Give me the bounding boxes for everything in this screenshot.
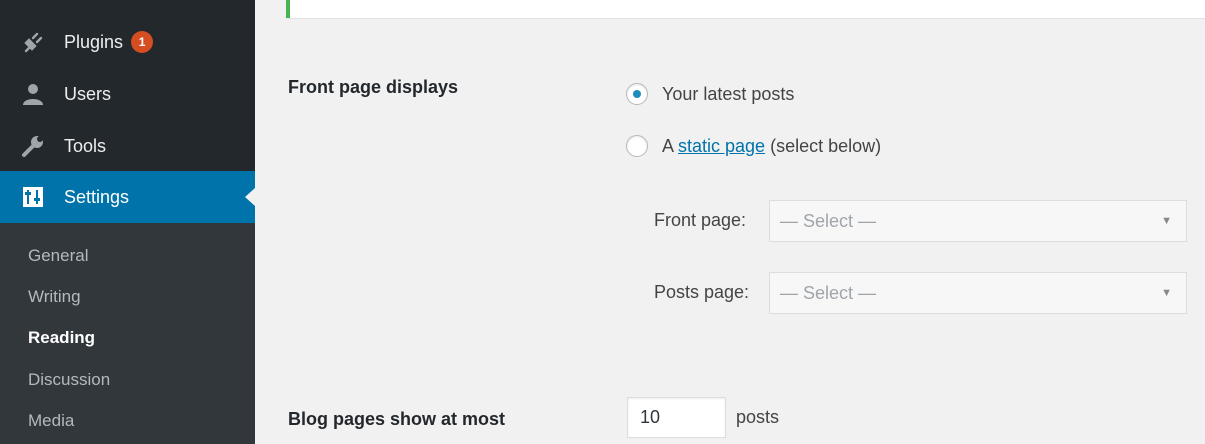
static-page-radio[interactable]	[626, 135, 648, 157]
chevron-down-icon: ▼	[1161, 287, 1172, 299]
menu-item-tools[interactable]: Tools	[0, 120, 255, 172]
menu-label-users: Users	[64, 83, 112, 104]
static-page-suffix: (select below)	[765, 135, 882, 156]
posts-page-select[interactable]: — Select — ▼	[769, 272, 1187, 314]
submenu-item-discussion[interactable]: Discussion	[28, 368, 110, 392]
wrench-icon	[20, 133, 46, 159]
settings-submenu: General Writing Reading Discussion Media	[0, 223, 255, 444]
menu-label-settings: Settings	[64, 186, 130, 207]
menu-item-users[interactable]: Users	[0, 68, 255, 120]
front-page-select-label: Front page:	[654, 210, 747, 230]
static-page-prefix: A	[662, 135, 679, 156]
submenu-item-media[interactable]: Media	[28, 409, 74, 433]
posts-page-select-label: Posts page:	[654, 282, 750, 302]
admin-sidebar: Plugins 1 Users Tools Settings General W…	[0, 0, 255, 444]
submenu-item-reading[interactable]: Reading	[28, 326, 95, 350]
users-icon	[20, 81, 46, 107]
menu-item-settings[interactable]: Settings	[0, 171, 255, 223]
menu-item-plugins[interactable]: Plugins 1	[0, 16, 255, 68]
posts-per-page-input[interactable]	[627, 397, 726, 438]
latest-posts-label: Your latest posts	[662, 83, 795, 104]
plugin-icon	[20, 29, 46, 55]
front-page-select[interactable]: — Select — ▼	[769, 200, 1187, 242]
settings-saved-notice	[286, 0, 1205, 18]
menu-label-tools: Tools	[64, 135, 107, 156]
menu-label-plugins: Plugins	[64, 31, 124, 52]
submenu-item-writing[interactable]: Writing	[28, 285, 81, 309]
settings-icon	[20, 184, 46, 210]
front-page-select-value: — Select —	[780, 210, 877, 231]
notice-divider	[286, 18, 1205, 19]
front-page-displays-label: Front page displays	[288, 77, 459, 97]
radio-option-static-page[interactable]: A static page (select below)	[626, 135, 881, 157]
posts-per-page-suffix: posts	[736, 407, 780, 427]
submenu-item-general[interactable]: General	[28, 244, 88, 268]
static-page-link[interactable]: static page	[678, 136, 765, 157]
update-count-badge: 1	[131, 31, 154, 53]
posts-page-select-value: — Select —	[780, 282, 877, 303]
latest-posts-radio[interactable]	[626, 83, 648, 105]
radio-option-latest-posts[interactable]: Your latest posts	[626, 83, 794, 105]
blog-pages-label: Blog pages show at most	[288, 409, 506, 429]
chevron-down-icon: ▼	[1161, 215, 1172, 227]
